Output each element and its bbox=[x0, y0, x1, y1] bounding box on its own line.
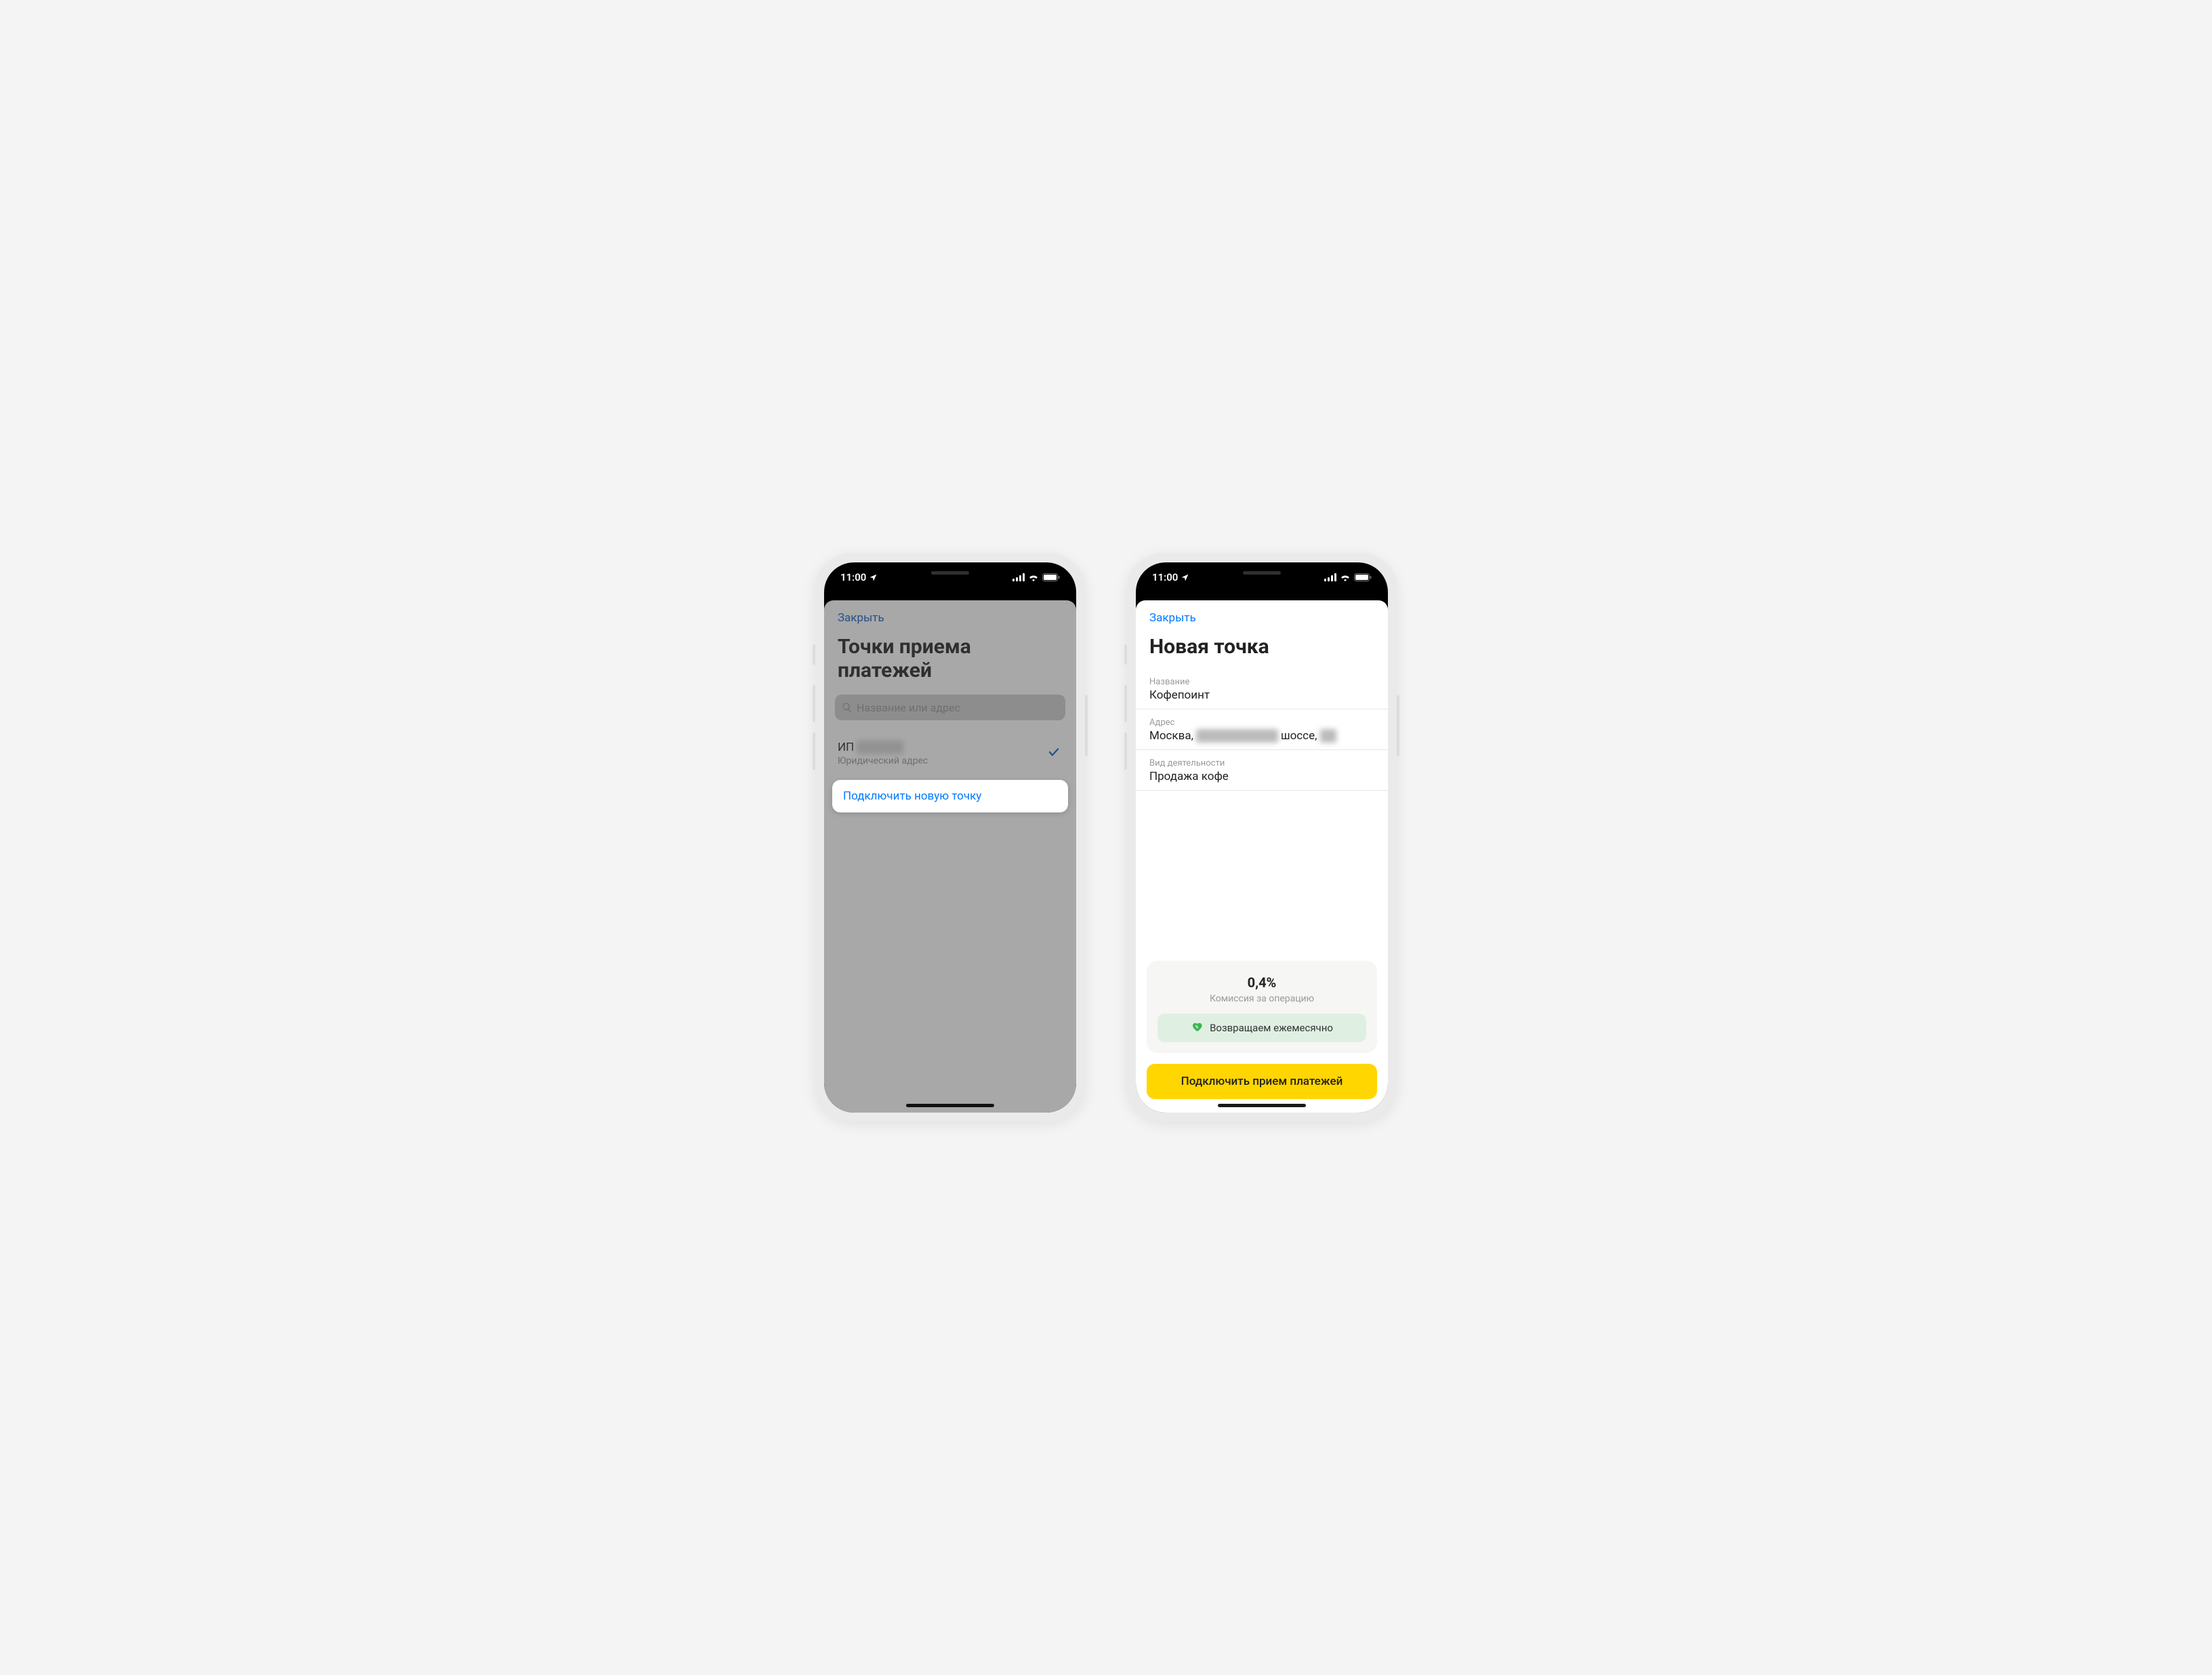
phone-power-button bbox=[1085, 695, 1088, 756]
activity-label: Вид деятельности bbox=[1149, 758, 1374, 768]
connect-payments-button[interactable]: Подключить прием платежей bbox=[1147, 1064, 1377, 1099]
activity-field[interactable]: Вид деятельности Продажа кофе bbox=[1136, 753, 1388, 791]
search-input[interactable]: Название или адрес bbox=[835, 695, 1065, 720]
phone-notch bbox=[889, 562, 1011, 583]
cellular-icon bbox=[1012, 573, 1025, 581]
address-value: Москва, ██████████ шоссе, ██ bbox=[1149, 729, 1374, 743]
cashback-chip-label: Возвращаем ежемесячно bbox=[1210, 1022, 1333, 1034]
status-time: 11:00 bbox=[1152, 571, 1178, 583]
item-prefix: ИП bbox=[838, 741, 854, 754]
address-redacted-1: ██████████ bbox=[1196, 729, 1277, 743]
battery-icon bbox=[1042, 573, 1060, 581]
phone-notch bbox=[1201, 562, 1323, 583]
home-indicator[interactable] bbox=[1218, 1104, 1306, 1107]
search-placeholder: Название или адрес bbox=[857, 701, 960, 714]
svg-text:%: % bbox=[1195, 1024, 1199, 1029]
payment-point-item[interactable]: ИП ████ █. Юридический адрес bbox=[824, 732, 1076, 774]
address-field[interactable]: Адрес Москва, ██████████ шоссе, ██ bbox=[1136, 712, 1388, 750]
commission-card: 0,4% Комиссия за операцию % Возвращаем е… bbox=[1147, 961, 1377, 1053]
item-secondary: Юридический адрес bbox=[838, 756, 1063, 766]
wifi-icon bbox=[1028, 573, 1039, 581]
modal-sheet: Закрыть Новая точка Название Кофепоинт А… bbox=[1136, 600, 1388, 1113]
commission-sublabel: Комиссия за операцию bbox=[1158, 993, 1366, 1004]
checkmark-icon bbox=[1048, 746, 1060, 761]
name-value: Кофепоинт bbox=[1149, 688, 1374, 702]
home-indicator[interactable] bbox=[906, 1104, 994, 1107]
close-button[interactable]: Закрыть bbox=[824, 600, 1076, 630]
add-new-point-button[interactable]: Подключить новую точку bbox=[832, 780, 1068, 812]
cellular-icon bbox=[1324, 573, 1336, 581]
location-icon bbox=[869, 573, 878, 582]
modal-sheet: Закрыть Точки приема платежей Название и… bbox=[824, 600, 1076, 1113]
address-mid: шоссе, bbox=[1278, 729, 1320, 743]
location-icon bbox=[1181, 573, 1189, 582]
phone-silence-switch bbox=[813, 644, 815, 665]
commission-rate: 0,4% bbox=[1158, 974, 1366, 991]
phone-power-button bbox=[1397, 695, 1399, 756]
address-redacted-2: ██ bbox=[1320, 729, 1336, 743]
close-button[interactable]: Закрыть bbox=[1136, 600, 1388, 630]
phone-frame-left: 11:00 Закрыть Точки приема платежей Назв bbox=[815, 553, 1086, 1122]
cashback-chip[interactable]: % Возвращаем ежемесячно bbox=[1158, 1014, 1366, 1042]
wifi-icon bbox=[1340, 573, 1351, 581]
heart-percent-icon: % bbox=[1191, 1020, 1203, 1035]
search-icon bbox=[842, 702, 853, 713]
phone-volume-up bbox=[813, 685, 815, 722]
phone-silence-switch bbox=[1124, 644, 1127, 665]
battery-icon bbox=[1354, 573, 1372, 581]
status-time: 11:00 bbox=[840, 571, 866, 583]
phone-frame-right: 11:00 Закрыть Новая точка Название Кофеп bbox=[1126, 553, 1397, 1122]
activity-value: Продажа кофе bbox=[1149, 770, 1374, 783]
name-field[interactable]: Название Кофепоинт bbox=[1136, 671, 1388, 709]
address-prefix: Москва, bbox=[1149, 729, 1196, 743]
page-title: Точки приема платежей bbox=[824, 630, 1076, 695]
phone-volume-down bbox=[1124, 732, 1127, 770]
address-label: Адрес bbox=[1149, 718, 1374, 728]
name-label: Название bbox=[1149, 677, 1374, 687]
phone-volume-down bbox=[813, 732, 815, 770]
phone-volume-up bbox=[1124, 685, 1127, 722]
item-redacted: ████ █. bbox=[857, 741, 903, 754]
page-title: Новая точка bbox=[1136, 630, 1388, 671]
